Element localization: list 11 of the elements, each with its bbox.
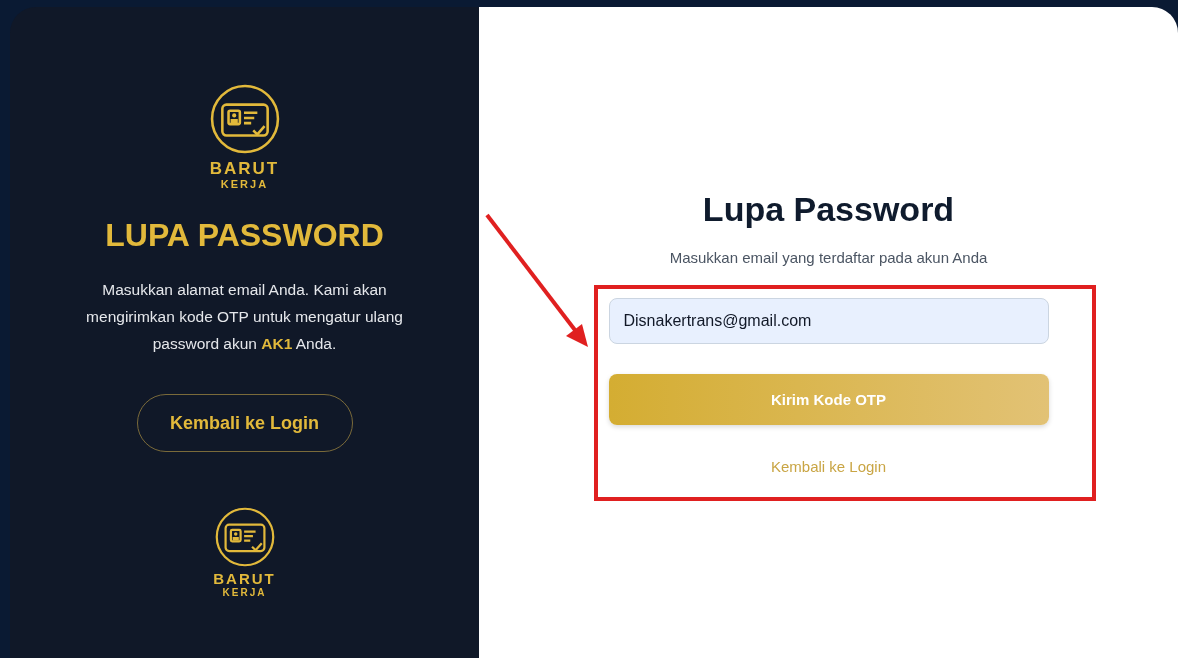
email-field[interactable]: Disnakertrans@gmail.com xyxy=(608,298,1049,344)
form-subtitle: Masukkan email yang terdaftar pada akun Anda xyxy=(669,249,988,266)
panel-title: LUPA PASSWORD xyxy=(105,217,384,254)
logo-text: BARUT xyxy=(209,160,280,177)
id-card-logo-icon xyxy=(214,507,275,567)
logo-text: BARUT xyxy=(213,571,276,586)
logo-subtext: KERJA xyxy=(222,588,267,598)
logo-subtext: KERJA xyxy=(220,179,269,190)
id-card-logo-icon xyxy=(209,84,280,154)
panel-description: Masukkan alamat email Anda. Kami akan mengirimkan kode OTP untuk mengatur ulang password akun AK1 Anda. xyxy=(85,280,404,354)
form-title: Lupa Password xyxy=(702,190,955,229)
